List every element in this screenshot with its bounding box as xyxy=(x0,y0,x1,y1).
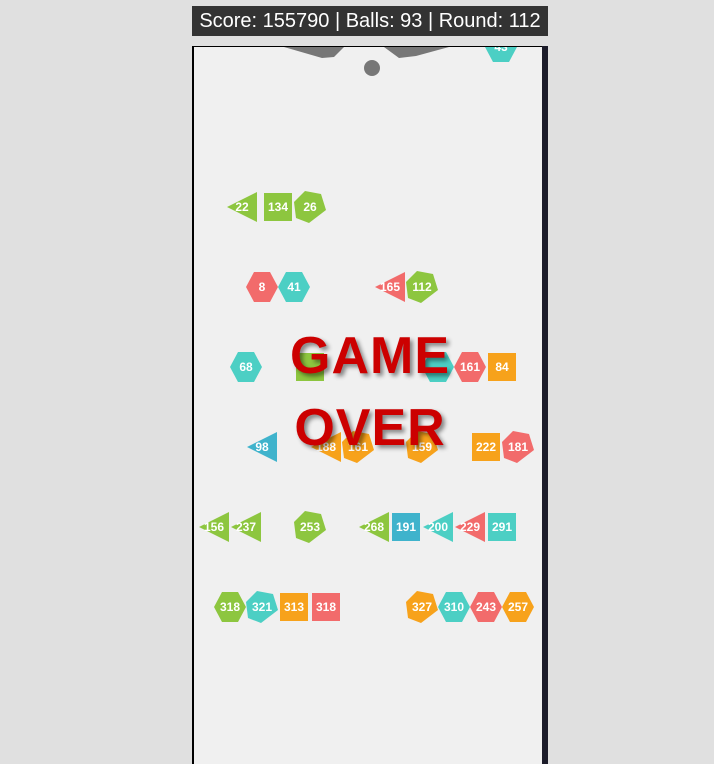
game-board[interactable]: 43 22 134 26 8 41 165 112 68 161 84 98 188 161 159 222 1… xyxy=(192,46,548,764)
block-hexagon: 318 xyxy=(213,590,247,624)
block-pentagon: 253 xyxy=(293,510,327,544)
block-value: 159 xyxy=(411,440,433,454)
block-value: 43 xyxy=(494,46,508,54)
ball xyxy=(364,60,380,76)
block-triangle-left: 229 xyxy=(453,510,487,544)
block-value: 313 xyxy=(283,600,305,614)
block-pentagon: 161 xyxy=(341,430,375,464)
block-value: 84 xyxy=(495,360,509,374)
block-value: 181 xyxy=(507,440,529,454)
score-text: Score: 155790 | Balls: 93 | Round: 112 xyxy=(199,10,541,32)
block-value: 41 xyxy=(287,280,301,294)
launcher-right-wing xyxy=(384,47,449,58)
block-triangle-left: 200 xyxy=(421,510,455,544)
block-value: 191 xyxy=(395,520,417,534)
score-bar: Score: 155790 | Balls: 93 | Round: 112 xyxy=(192,6,548,36)
block-pentagon: 112 xyxy=(405,270,439,304)
block-hexagon: 243 xyxy=(469,590,503,624)
block-hexagon: 161 xyxy=(453,350,487,384)
block-value: 134 xyxy=(267,200,289,214)
block-square: 191 xyxy=(389,510,423,544)
block-hexagon: 8 xyxy=(245,270,279,304)
block-triangle-left: 268 xyxy=(357,510,391,544)
block-square: 84 xyxy=(485,350,519,384)
block-value: 318 xyxy=(315,600,337,614)
block-value: 253 xyxy=(299,520,321,534)
block-value: 165 xyxy=(379,280,401,294)
block-pentagon: 159 xyxy=(405,430,439,464)
block-triangle-left: 188 xyxy=(309,430,343,464)
block-square: 313 xyxy=(277,590,311,624)
block-square: 134 xyxy=(261,190,295,224)
block-value: 243 xyxy=(475,600,497,614)
block-value: 222 xyxy=(475,440,497,454)
block-value: 291 xyxy=(491,520,513,534)
block-value: 98 xyxy=(255,440,269,454)
block-square: 291 xyxy=(485,510,519,544)
block-square xyxy=(293,350,327,384)
block-hexagon: 257 xyxy=(501,590,535,624)
launcher-left-wing xyxy=(284,47,344,58)
block-hexagon xyxy=(421,350,455,384)
block-value: 8 xyxy=(258,280,266,294)
block-value: 268 xyxy=(363,520,385,534)
block-value: 318 xyxy=(219,600,241,614)
block-value: 200 xyxy=(427,520,449,534)
block-value: 257 xyxy=(507,600,529,614)
block-hexagon: 41 xyxy=(277,270,311,304)
block-value: 310 xyxy=(443,600,465,614)
block-pentagon: 181 xyxy=(501,430,535,464)
block-hexagon: 43 xyxy=(484,46,518,64)
block-triangle-left: 98 xyxy=(245,430,279,464)
block-triangle-left: 165 xyxy=(373,270,407,304)
block-value: 68 xyxy=(239,360,253,374)
block-value: 237 xyxy=(235,520,257,534)
block-pentagon: 26 xyxy=(293,190,327,224)
block-triangle-left: 237 xyxy=(229,510,263,544)
block-triangle-left: 156 xyxy=(197,510,231,544)
block-value: 321 xyxy=(251,600,273,614)
block-value: 229 xyxy=(459,520,481,534)
block-value: 22 xyxy=(235,200,249,214)
block-pentagon: 321 xyxy=(245,590,279,624)
block-triangle-left: 22 xyxy=(225,190,259,224)
block-value: 112 xyxy=(412,280,432,294)
block-square: 222 xyxy=(469,430,503,464)
block-value: 327 xyxy=(411,600,433,614)
block-pentagon: 327 xyxy=(405,590,439,624)
block-value: 188 xyxy=(315,440,337,454)
block-value: 161 xyxy=(459,360,481,374)
block-hexagon: 68 xyxy=(229,350,263,384)
block-value: 161 xyxy=(347,440,369,454)
block-value: 26 xyxy=(303,200,317,214)
block-hexagon: 310 xyxy=(437,590,471,624)
board-right-wall xyxy=(542,46,548,764)
block-square: 318 xyxy=(309,590,343,624)
block-value: 156 xyxy=(203,520,225,534)
